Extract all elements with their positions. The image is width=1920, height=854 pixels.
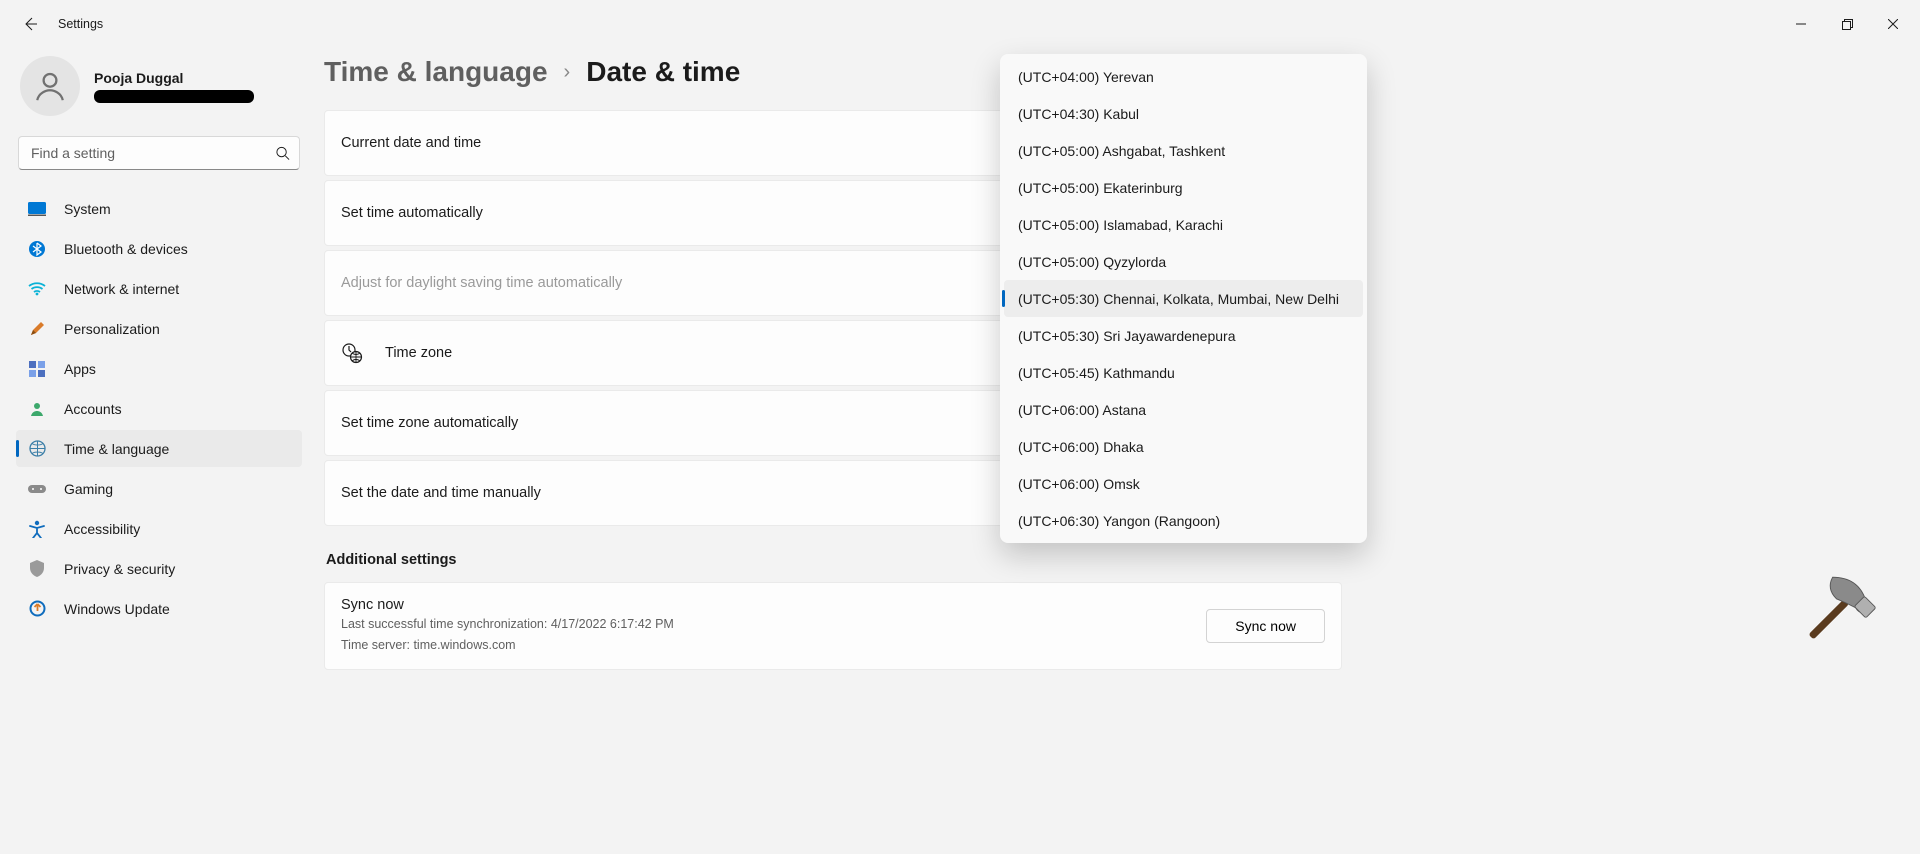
- update-icon: [28, 600, 46, 618]
- sync-server: Time server: time.windows.com: [341, 636, 674, 655]
- nav-label: Apps: [64, 361, 96, 377]
- card-label: Set time automatically: [341, 205, 483, 221]
- sidebar: Pooja Duggal System Bluetooth & devices …: [0, 48, 310, 854]
- nav-privacy[interactable]: Privacy & security: [16, 550, 302, 587]
- search-box: [18, 136, 300, 170]
- dd-item[interactable]: (UTC+05:00) Qyzylorda: [1004, 243, 1363, 280]
- breadcrumb-parent[interactable]: Time & language: [324, 56, 548, 88]
- nav-gaming[interactable]: Gaming: [16, 470, 302, 507]
- search-icon: [275, 146, 290, 161]
- nav-label: Time & language: [64, 441, 169, 457]
- dd-item[interactable]: (UTC+05:00) Ashgabat, Tashkent: [1004, 132, 1363, 169]
- accounts-icon: [28, 400, 46, 418]
- apps-icon: [28, 360, 46, 378]
- section-heading-additional: Additional settings: [326, 552, 1344, 568]
- nav-label: Accessibility: [64, 521, 140, 537]
- nav-label: Accounts: [64, 401, 122, 417]
- system-icon: [28, 200, 46, 218]
- card-label: Time zone: [385, 345, 452, 361]
- user-text: Pooja Duggal: [94, 70, 254, 103]
- arrow-left-icon: [22, 16, 38, 32]
- shield-icon: [28, 560, 46, 578]
- nav: System Bluetooth & devices Network & int…: [16, 190, 302, 627]
- nav-system[interactable]: System: [16, 190, 302, 227]
- dd-item[interactable]: (UTC+04:30) Kabul: [1004, 95, 1363, 132]
- sync-text: Sync now Last successful time synchroniz…: [341, 597, 674, 655]
- dd-item[interactable]: (UTC+05:45) Kathmandu: [1004, 354, 1363, 391]
- dd-item[interactable]: (UTC+04:00) Yerevan: [1004, 58, 1363, 95]
- nav-apps[interactable]: Apps: [16, 350, 302, 387]
- nav-accounts[interactable]: Accounts: [16, 390, 302, 427]
- app-title: Settings: [58, 17, 103, 31]
- bluetooth-icon: [28, 240, 46, 258]
- nav-label: Personalization: [64, 321, 160, 337]
- dd-item[interactable]: (UTC+06:30) Yangon (Rangoon): [1004, 502, 1363, 539]
- sync-last: Last successful time synchronization: 4/…: [341, 615, 674, 634]
- sync-title: Sync now: [341, 597, 674, 613]
- person-icon: [33, 69, 67, 103]
- dd-item[interactable]: (UTC+06:00) Omsk: [1004, 465, 1363, 502]
- card-label: Set time zone automatically: [341, 415, 518, 431]
- minimize-button[interactable]: [1778, 8, 1824, 40]
- user-block[interactable]: Pooja Duggal: [16, 48, 302, 136]
- user-email-redacted: [94, 90, 254, 103]
- avatar: [20, 56, 80, 116]
- accessibility-icon: [28, 520, 46, 538]
- nav-time-language[interactable]: Time & language: [16, 430, 302, 467]
- close-icon: [1888, 19, 1898, 29]
- nav-network[interactable]: Network & internet: [16, 270, 302, 307]
- window-controls: [1778, 8, 1916, 40]
- card-label: Current date and time: [341, 135, 481, 151]
- nav-label: Gaming: [64, 481, 113, 497]
- dd-item[interactable]: (UTC+06:00) Dhaka: [1004, 428, 1363, 465]
- nav-label: Network & internet: [64, 281, 179, 297]
- nav-label: Bluetooth & devices: [64, 241, 188, 257]
- titlebar: Settings: [0, 0, 1920, 48]
- user-name: Pooja Duggal: [94, 70, 254, 86]
- card-label: Set the date and time manually: [341, 485, 541, 501]
- page-title: Date & time: [586, 56, 740, 88]
- dd-item[interactable]: (UTC+05:00) Islamabad, Karachi: [1004, 206, 1363, 243]
- back-button[interactable]: [10, 4, 50, 44]
- card-sync: Sync now Last successful time synchroniz…: [324, 582, 1342, 670]
- maximize-button[interactable]: [1824, 8, 1870, 40]
- close-button[interactable]: [1870, 8, 1916, 40]
- maximize-icon: [1842, 19, 1853, 30]
- nav-accessibility[interactable]: Accessibility: [16, 510, 302, 547]
- sync-now-button[interactable]: Sync now: [1206, 609, 1325, 643]
- hammer-watermark-icon: [1775, 545, 1902, 672]
- globe-clock-icon: [28, 440, 46, 458]
- nav-label: System: [64, 201, 111, 217]
- dd-item[interactable]: (UTC+05:00) Ekaterinburg: [1004, 169, 1363, 206]
- chevron-right-icon: ›: [564, 61, 571, 84]
- timezone-icon: [341, 342, 385, 364]
- nav-label: Privacy & security: [64, 561, 175, 577]
- minimize-icon: [1796, 19, 1806, 29]
- nav-label: Windows Update: [64, 601, 170, 617]
- dd-item[interactable]: (UTC+06:00) Astana: [1004, 391, 1363, 428]
- main: Time & language › Date & time Current da…: [310, 48, 1920, 854]
- card-label: Adjust for daylight saving time automati…: [341, 275, 622, 291]
- nav-personalization[interactable]: Personalization: [16, 310, 302, 347]
- dd-item-selected[interactable]: (UTC+05:30) Chennai, Kolkata, Mumbai, Ne…: [1004, 280, 1363, 317]
- wifi-icon: [28, 280, 46, 298]
- timezone-dropdown[interactable]: (UTC+04:00) Yerevan (UTC+04:30) Kabul (U…: [1000, 54, 1367, 543]
- dd-item[interactable]: (UTC+05:30) Sri Jayawardenepura: [1004, 317, 1363, 354]
- nav-update[interactable]: Windows Update: [16, 590, 302, 627]
- brush-icon: [28, 320, 46, 338]
- nav-bluetooth[interactable]: Bluetooth & devices: [16, 230, 302, 267]
- search-input[interactable]: [18, 136, 300, 170]
- gamepad-icon: [28, 480, 46, 498]
